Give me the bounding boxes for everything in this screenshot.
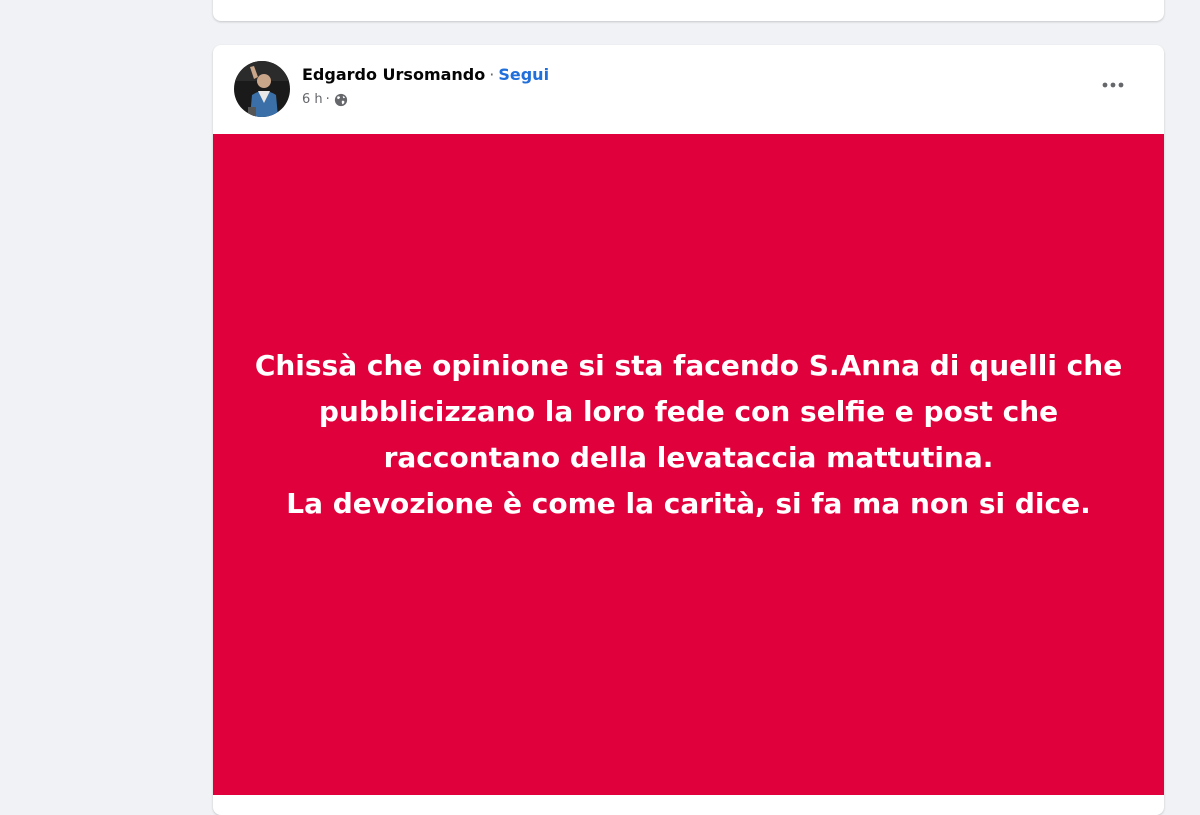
author-line: Edgardo Ursomando · Segui <box>302 64 549 86</box>
more-options-icon <box>1102 82 1124 88</box>
author-name[interactable]: Edgardo Ursomando <box>302 65 485 84</box>
avatar-photo <box>234 61 290 117</box>
follow-link[interactable]: Segui <box>498 65 549 84</box>
post-meta: 6 h · <box>302 92 348 108</box>
post-text-background[interactable]: Chissà che opinione si sta facendo S.Ann… <box>213 134 1164 795</box>
meta-separator: · <box>325 92 330 107</box>
post-text-line: raccontano della levataccia mattutina. <box>383 440 994 474</box>
post-text-line: La devozione è come la carità, si fa ma … <box>286 486 1091 520</box>
previous-post-card <box>213 0 1164 21</box>
post-header: Edgardo Ursomando · Segui 6 h · <box>213 45 1164 134</box>
post-card: Edgardo Ursomando · Segui 6 h · Chissà c… <box>213 45 1164 815</box>
post-text: Chissà che opinione si sta facendo S.Ann… <box>229 343 1149 527</box>
post-text-line: pubblicizzano la loro fede con selfie e … <box>318 394 1059 428</box>
author-separator: · <box>489 65 495 84</box>
more-options-button[interactable] <box>1095 71 1131 99</box>
post-timestamp[interactable]: 6 h <box>302 92 323 108</box>
globe-icon <box>334 93 348 107</box>
author-avatar[interactable] <box>234 61 290 117</box>
post-text-line: Chissà che opinione si sta facendo S.Ann… <box>254 348 1123 382</box>
